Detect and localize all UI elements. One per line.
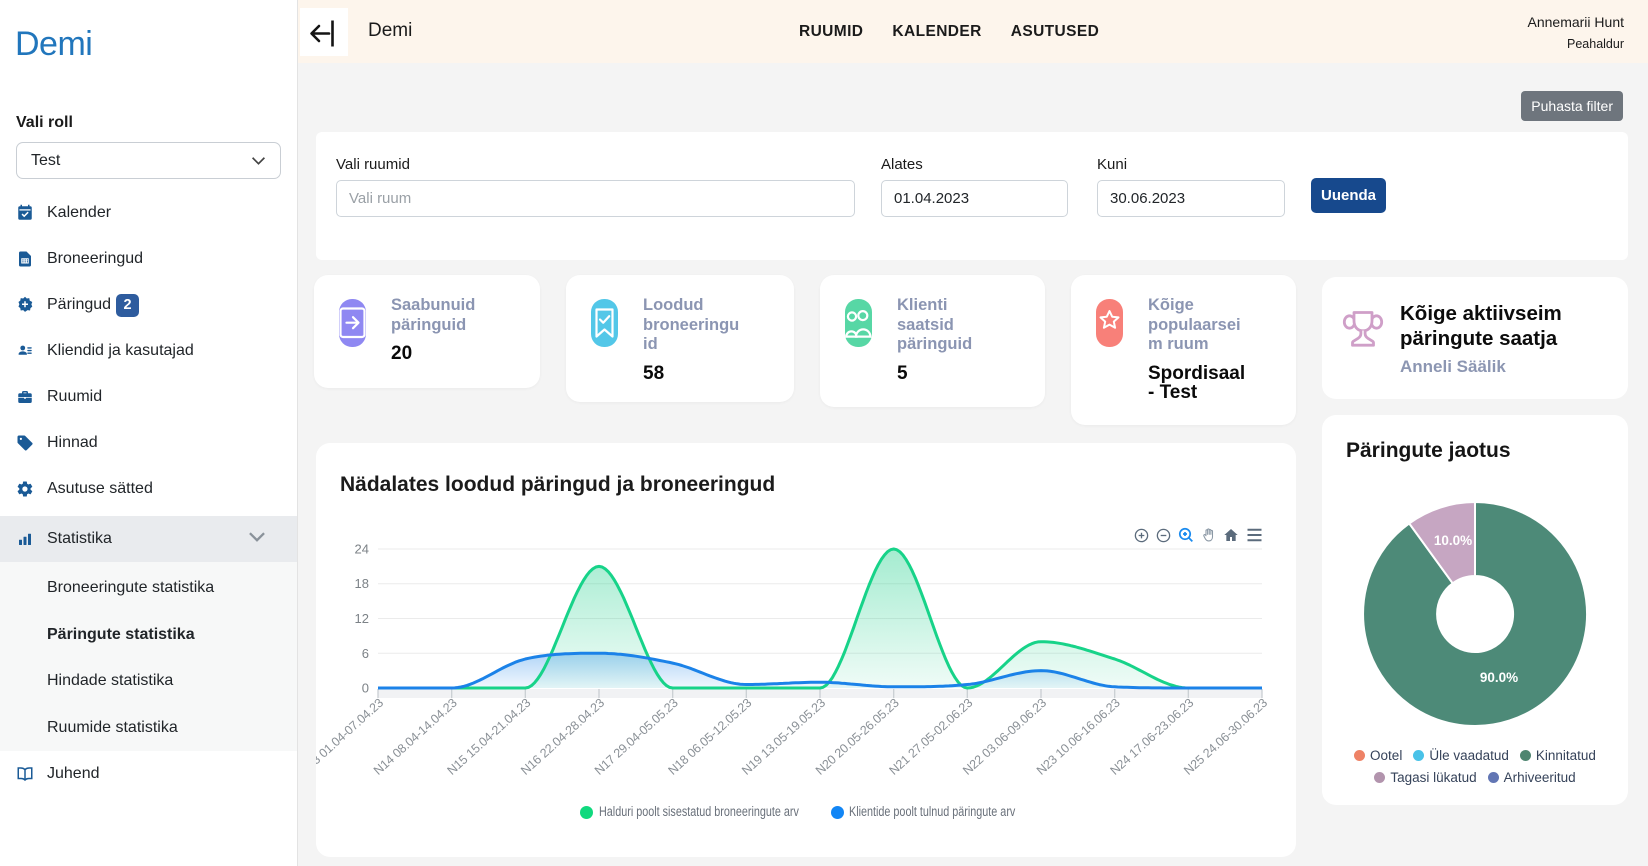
svg-text:6: 6 <box>362 646 369 661</box>
svg-text:12: 12 <box>355 611 369 626</box>
svg-text:90.0%: 90.0% <box>1480 670 1518 685</box>
svg-text:N25 24.06-30.06.23: N25 24.06-30.06.23 <box>1181 696 1270 778</box>
svg-text:24: 24 <box>355 542 369 557</box>
svg-text:10.0%: 10.0% <box>1434 533 1472 548</box>
svg-text:0: 0 <box>362 681 369 696</box>
svg-text:18: 18 <box>355 576 369 591</box>
